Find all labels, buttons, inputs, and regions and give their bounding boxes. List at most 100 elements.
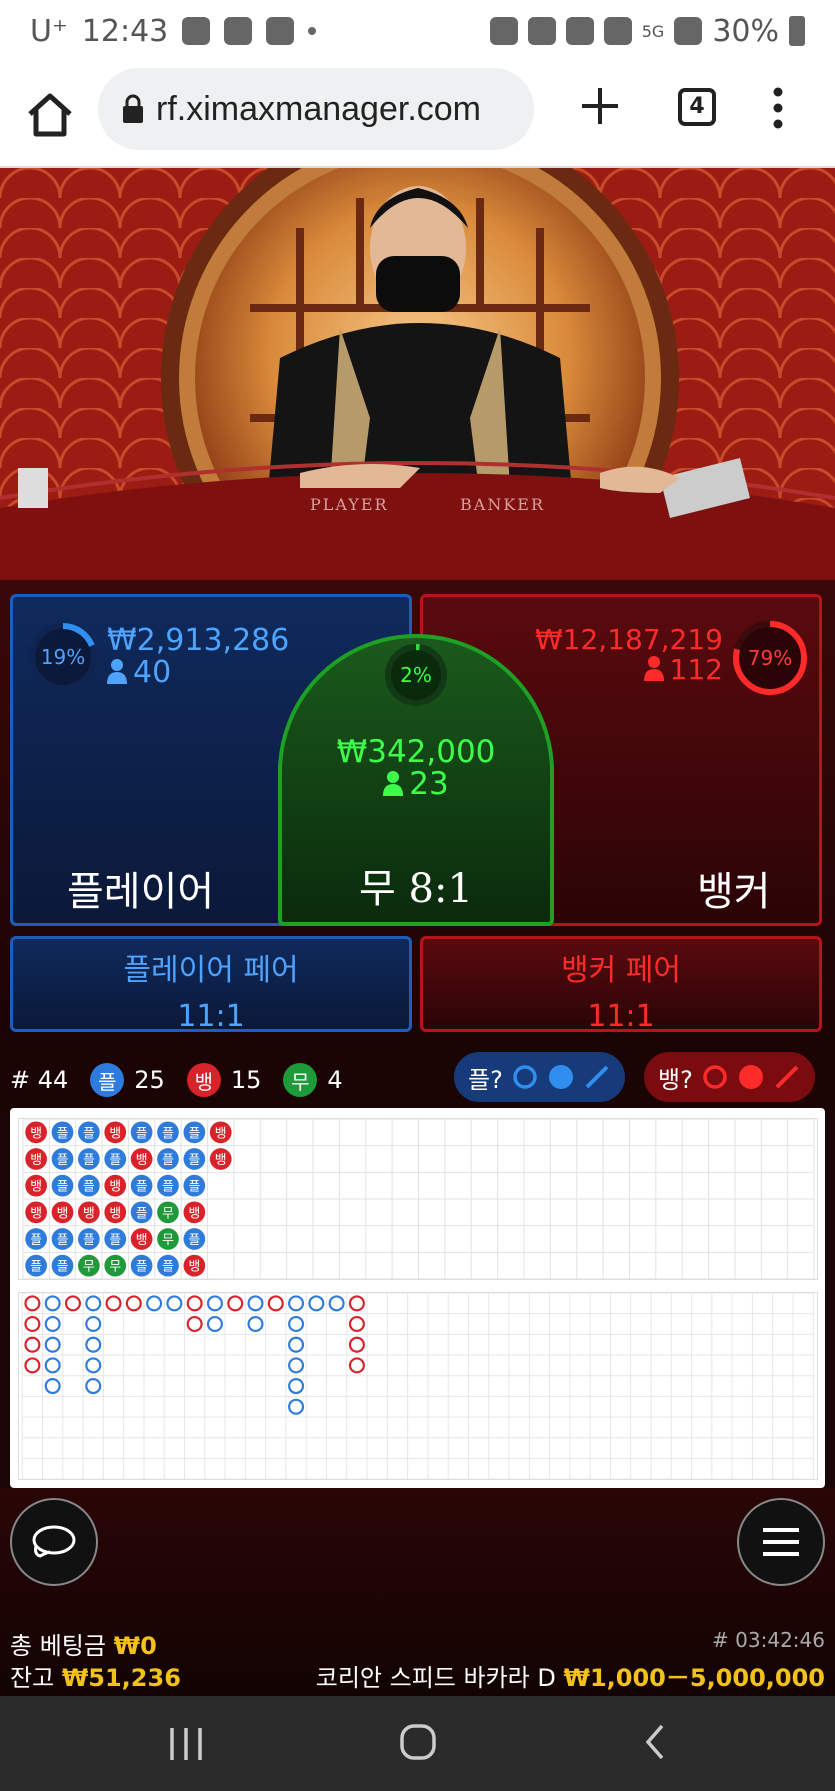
bead-label: 플 [162,1153,174,1168]
bead-label: 플 [188,1126,200,1141]
banker-win-count: 15 [230,1066,262,1094]
bead-label: 뱅 [136,1153,148,1168]
big-road-mark [166,1295,183,1312]
home-icon[interactable] [24,88,76,140]
big-road-mark [328,1295,345,1312]
big-road-mark [186,1295,203,1312]
balance-value: ₩51,236 [61,1664,181,1692]
banker-predict-button[interactable]: 뱅? [644,1052,815,1102]
lock-icon [123,94,143,123]
bead-label: 뱅 [57,1206,69,1221]
bead-label: 뱅 [215,1126,227,1141]
banker-bettor-count: 112 [643,653,723,686]
bead-label: 뱅 [30,1126,42,1141]
url-text: rf.ximaxmanager.com [156,89,481,128]
new-tab-icon[interactable] [578,84,622,128]
bead-label: 플 [162,1260,174,1275]
bead-label: 플 [188,1233,200,1248]
player-label: 플레이어 [67,869,215,915]
banker-label: 뱅커 [697,869,771,915]
table-name: 코리안 스피드 바카라 D [315,1664,556,1692]
big-road-mark [348,1357,365,1374]
player-chip: 플 [90,1063,125,1097]
big-road-mark [85,1336,102,1353]
player-predict-button[interactable]: 플? [454,1052,625,1102]
big-road-mark [288,1316,305,1333]
home-nav-icon[interactable] [398,1722,438,1762]
tie-bet-amount: ₩342,000 [336,734,496,770]
big-road-mark [288,1378,305,1395]
game-menu-button[interactable] [737,1498,825,1586]
bead-label: 플 [83,1126,95,1141]
balance: 잔고 ₩51,236 [10,1664,181,1692]
round-count: # 44 [10,1066,69,1094]
tab-switcher-button[interactable]: 4 [678,88,716,126]
big-road-mark [288,1398,305,1415]
big-road-mark [44,1336,61,1353]
table-label-player: PLAYER [310,495,389,514]
live-video-stream: PLAYER BANKER [0,168,835,580]
bead-label: 플 [109,1233,121,1248]
bet-area: 19% ₩2,913,286 40 플레이어 79% ₩12,187,219 1… [0,580,835,1050]
banker-pair-bet-spot[interactable]: 뱅커 페어 11:1 [420,936,822,1034]
bead-label: 플 [30,1260,42,1275]
bead-label: 플 [162,1126,174,1141]
player-pair-bet-spot[interactable]: 플레이어 페어 11:1 [10,936,412,1034]
big-road-mark [44,1357,61,1374]
bead-label: 플 [57,1180,69,1195]
bead-label: 뱅 [136,1233,148,1248]
tie-label: 무 8:1 [359,866,473,912]
bead-label: 플 [136,1206,148,1221]
player-predict-label: 플? [468,1065,503,1094]
back-icon[interactable] [636,1722,676,1762]
person-icon [383,771,404,796]
hollow-circle-icon [513,1065,537,1089]
bead-label: 무 [162,1206,174,1221]
table-info: 코리안 스피드 바카라 D ₩1,000－5,000,000 [316,1658,825,1693]
status-bar: U⁺ 12:43 5G 30% [0,0,835,62]
tie-chip: 무 [283,1063,318,1097]
banker-percent: 79% [747,646,793,670]
big-road-mark [44,1378,61,1395]
bead-label: 플 [30,1233,42,1248]
total-bet-value: ₩0 [113,1632,157,1660]
solid-circle-icon [548,1065,573,1089]
notification-icon [182,17,211,45]
bead-label: 뱅 [30,1153,42,1168]
player-pair-label: 플레이어 페어 [123,953,299,988]
bead-label: 뱅 [109,1206,121,1221]
bead-label: 뱅 [215,1153,227,1168]
tie-bet-spot[interactable]: 2% ₩342,000 23 무 8:1 [278,634,554,926]
round-id: # 03:42:46 [712,1628,825,1652]
big-road-mark [288,1357,305,1374]
bead-label: 플 [136,1260,148,1275]
bead-label: 무 [83,1260,95,1275]
hamburger-icon [763,1528,799,1556]
big-road-mark [247,1295,264,1312]
system-nav-bar [0,1696,835,1791]
overflow-menu-icon[interactable] [768,84,788,132]
bead-label: 무 [162,1233,174,1248]
big-road-mark [85,1316,102,1333]
scoreboard: 뱅플플뱅플플플뱅뱅플플플뱅플플뱅뱅플플뱅플플플뱅뱅뱅뱅플무뱅플플플플뱅무플플플무… [10,1108,825,1488]
big-road-mark [288,1295,305,1312]
big-road-mark [206,1316,223,1333]
person-icon [107,659,127,684]
bead-label: 플 [109,1153,121,1168]
tie-bettor-count: 23 [282,766,550,802]
bead-label: 뱅 [30,1206,42,1221]
battery-percent: 30% [712,13,779,49]
address-bar[interactable]: rf.ximaxmanager.com [98,68,534,150]
big-road-mark [85,1378,102,1395]
bead-label: 플 [83,1153,95,1168]
big-road-mark [308,1295,325,1312]
bet-limits: ₩1,000－5,000,000 [563,1664,825,1692]
bluetooth-icon [527,17,556,45]
player-percent: 19% [40,645,86,669]
banker-predict-label: 뱅? [658,1065,693,1094]
recents-icon[interactable] [166,1724,206,1764]
chat-button[interactable] [10,1498,98,1586]
bead-label: 플 [136,1180,148,1195]
mute-icon [565,17,594,45]
table-label-banker: BANKER [460,495,545,514]
